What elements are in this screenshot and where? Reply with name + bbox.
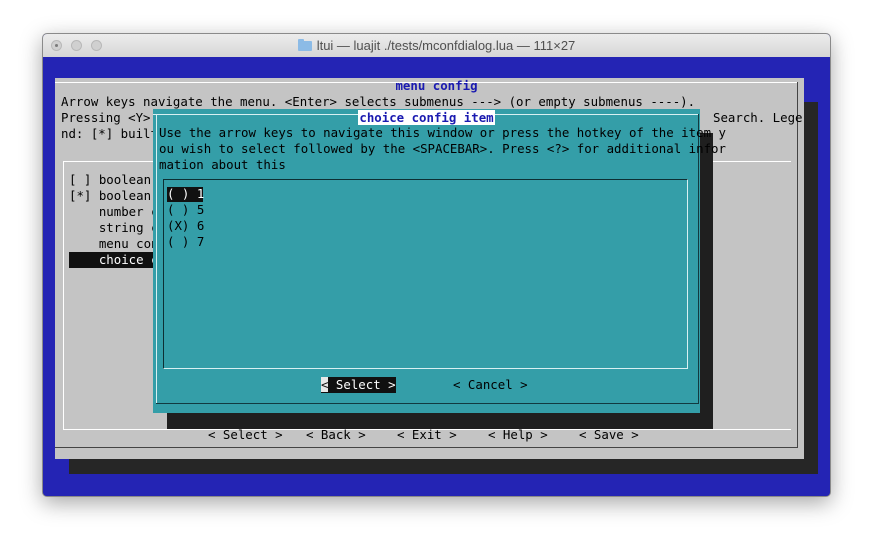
choice-option-6[interactable]: (X) 6: [167, 218, 204, 234]
choice-select-label: Select >: [328, 377, 396, 392]
main-dialog-title: menu config: [395, 78, 478, 93]
main-dialog-border: [55, 447, 797, 448]
choice-dialog-title-area: choice config item: [153, 110, 700, 126]
main-dialog-border: [797, 82, 798, 448]
save-button[interactable]: < Save >: [579, 427, 639, 443]
folder-icon: [297, 39, 312, 51]
choice-cancel-button[interactable]: < Cancel >: [453, 377, 528, 393]
help-button[interactable]: < Help >: [488, 427, 548, 443]
choice-list-frame: [163, 179, 688, 369]
choice-help-line: Use the arrow keys to navigate this wind…: [159, 125, 726, 140]
main-help-line: Arrow keys navigate the menu. <Enter> se…: [61, 94, 696, 109]
menu-item-choice[interactable]: choice c: [69, 252, 159, 268]
main-help-line: Pressing <Y>: [61, 110, 151, 125]
choice-dialog-border: [156, 114, 157, 403]
menu-item-number[interactable]: number c: [69, 204, 159, 220]
choice-select-button[interactable]: < Select >: [321, 377, 396, 393]
terminal-screen: menu config Arrow keys navigate the menu…: [43, 57, 830, 496]
terminal-window: ltui — luajit ./tests/mconfdialog.lua — …: [42, 33, 831, 497]
exit-button[interactable]: < Exit >: [397, 427, 457, 443]
choice-dialog-title: choice config item: [358, 110, 495, 125]
window-title-area: ltui — luajit ./tests/mconfdialog.lua — …: [43, 38, 830, 53]
menu-item-boolean-checked[interactable]: [*] boolean: [69, 188, 151, 204]
back-button[interactable]: < Back >: [306, 427, 366, 443]
main-help-line: Search. Lege: [713, 110, 803, 125]
menu-item-boolean[interactable]: [ ] boolean: [69, 172, 151, 188]
choice-help-line: mation about this: [159, 157, 286, 172]
choice-dialog-border: [156, 403, 699, 404]
choice-dialog-border: [698, 114, 699, 403]
menu-item-string[interactable]: string c: [69, 220, 159, 236]
choice-help-line: ou wish to select followed by the <SPACE…: [159, 141, 726, 156]
menu-item-menu[interactable]: menu con: [69, 236, 159, 252]
select-button[interactable]: < Select >: [208, 427, 283, 443]
choice-option-7[interactable]: ( ) 7: [167, 234, 204, 250]
window-title: ltui — luajit ./tests/mconfdialog.lua — …: [316, 38, 576, 53]
main-button-bar: < Select > < Back > < Exit > < Help > < …: [43, 427, 830, 443]
menu-box-border: [63, 161, 64, 429]
main-help-line: nd: [*] built: [61, 126, 158, 141]
choice-option-1[interactable]: ( ) 1: [167, 186, 204, 202]
choice-option-5[interactable]: ( ) 5: [167, 202, 204, 218]
title-bar[interactable]: ltui — luajit ./tests/mconfdialog.lua — …: [43, 34, 830, 58]
